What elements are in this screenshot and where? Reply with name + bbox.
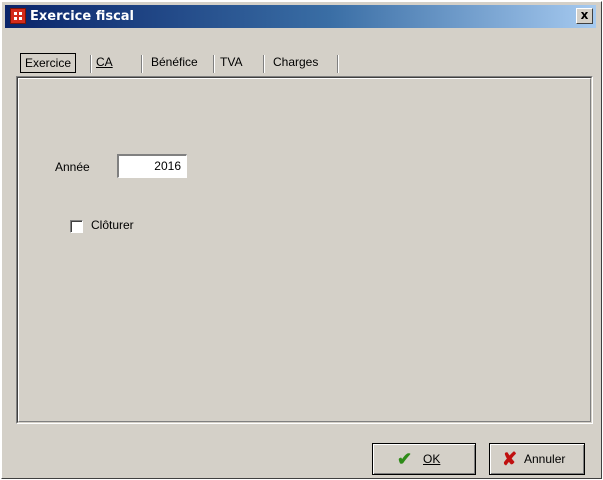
tab-panel [16,76,593,424]
tab-label: TVA [220,55,243,69]
year-input[interactable]: 2016 [117,154,187,178]
panel-bevel [17,77,592,423]
tab-separator [90,55,92,73]
tab-label: Exercice [25,56,72,70]
window-title: Exercice fiscal [30,9,135,24]
x-icon: ✘ [502,449,518,469]
tab-label: CA [96,55,113,69]
dialog-window: Exercice fiscal x Exercice CA Bénéfice T… [1,1,602,479]
app-window-icon [10,8,26,24]
tab-benefice[interactable]: Bénéfice [151,52,198,72]
tab-ca[interactable]: CA [96,52,113,72]
cancel-label: Annuler [524,452,566,466]
title-bar[interactable]: Exercice fiscal x [5,5,596,28]
close-icon: x [580,8,589,22]
close-button[interactable]: x [576,8,593,24]
tab-separator [141,55,143,73]
tab-label: Bénéfice [151,55,198,69]
close-year-checkbox[interactable] [70,220,83,233]
tab-charges[interactable]: Charges [273,52,318,72]
ok-button[interactable]: ✔ OK [372,443,476,475]
year-label: Année [55,160,90,174]
tab-exercice[interactable]: Exercice [20,53,77,73]
check-icon: ✔ [397,449,413,469]
panel-bevel-inner [18,78,591,422]
cancel-button[interactable]: ✘ Annuler [489,443,585,475]
ok-label: OK [423,452,441,466]
tab-separator [263,55,265,73]
close-year-label[interactable]: Clôturer [91,218,134,232]
tab-label: Charges [273,55,319,69]
tab-tva[interactable]: TVA [220,52,242,72]
year-value: 2016 [154,159,181,173]
tab-separator [213,55,215,73]
tab-separator [337,55,339,73]
